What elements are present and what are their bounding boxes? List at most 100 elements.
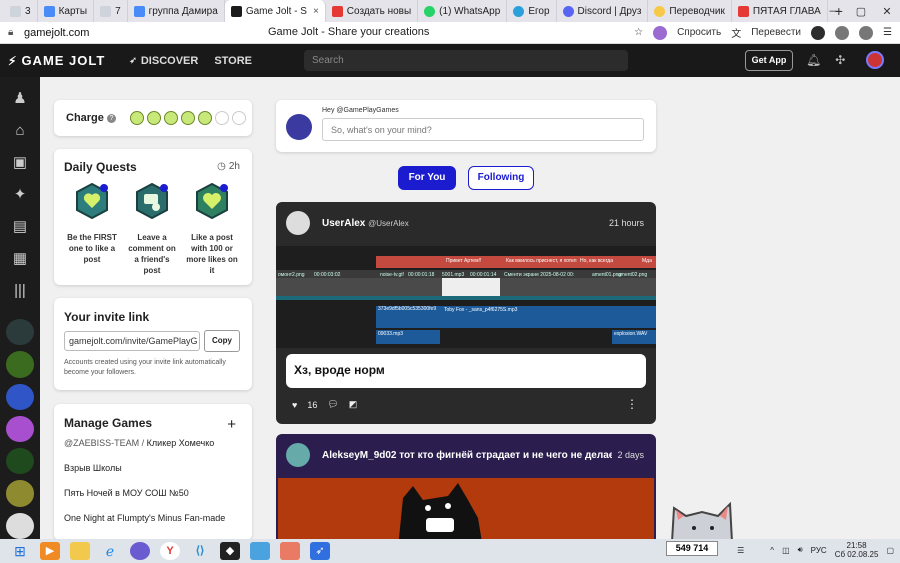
download-icon[interactable]: [859, 25, 874, 40]
app-globe-icon[interactable]: [130, 542, 150, 560]
search-input[interactable]: Search: [304, 50, 628, 71]
yandex-browser-icon[interactable]: Y: [160, 542, 180, 560]
sticker-icon[interactable]: ◩: [349, 399, 358, 410]
extension-icon-2[interactable]: [835, 25, 850, 40]
vscode-icon[interactable]: ⟨⟩: [190, 542, 210, 560]
tab-for-you[interactable]: For You: [398, 166, 456, 190]
browser-tab[interactable]: группа Дамира: [128, 0, 225, 22]
quest-item[interactable]: Be the FIRST one to like a post: [66, 182, 118, 265]
game-row[interactable]: Взрыв Школы: [64, 463, 122, 473]
community-avatar-3[interactable]: [6, 383, 34, 410]
like-icon[interactable]: ♥: [292, 400, 297, 410]
tray-chevron-icon[interactable]: ^: [770, 546, 774, 555]
mascot-cat-icon[interactable]: [666, 498, 738, 542]
chess-pawn-icon[interactable]: ♟︎: [10, 89, 30, 109]
community-avatar-2[interactable]: [6, 351, 34, 378]
media-player-icon[interactable]: ▶: [40, 542, 60, 560]
browser-tab[interactable]: Discord | Друз: [557, 0, 649, 22]
quest-item[interactable]: Like a post with 100 or more likes on it: [186, 182, 238, 276]
translate-icon[interactable]: 文: [731, 25, 741, 40]
windows-start-icon[interactable]: ⊞: [10, 542, 30, 560]
calendar-icon[interactable]: ▦: [10, 249, 30, 269]
paint-icon[interactable]: [250, 542, 270, 560]
file-explorer-icon[interactable]: [70, 542, 90, 560]
community-avatar-7[interactable]: [6, 512, 34, 539]
browser-tab[interactable]: Карты: [38, 0, 95, 22]
post-avatar[interactable]: [286, 211, 310, 235]
tray-menu-icon[interactable]: ☰: [737, 546, 744, 555]
post-image[interactable]: [278, 478, 654, 544]
bell-icon[interactable]: 🔔︎: [806, 53, 821, 67]
ask-button[interactable]: Спросить: [677, 27, 721, 38]
clock[interactable]: 21:58 Сб 02.08.25: [835, 541, 879, 559]
charge-orb-full-icon: [146, 111, 161, 125]
get-app-button[interactable]: Get App: [745, 50, 793, 71]
address-bar: 🔒︎ gamejolt.com Game Jolt - Share your c…: [0, 22, 900, 44]
network-icon[interactable]: ◫: [782, 546, 790, 555]
invite-link-input[interactable]: gamejolt.com/invite/GamePlayG: [64, 331, 200, 351]
minimize-icon[interactable]: —: [822, 5, 848, 17]
extension-icon[interactable]: [811, 25, 826, 40]
composer-avatar[interactable]: [286, 114, 312, 140]
post-author[interactable]: AlekseyM_9d02 тот кто фигнёй страдает и …: [322, 450, 612, 461]
community-avatar-6[interactable]: [6, 480, 34, 507]
menu-icon[interactable]: ☰: [883, 27, 892, 38]
browser-tab[interactable]: Переводчик: [648, 0, 732, 22]
user-avatar[interactable]: [866, 51, 884, 69]
close-icon[interactable]: ✕: [874, 5, 900, 18]
red-book-icon: [737, 5, 749, 17]
app-diamond-icon[interactable]: ◆: [220, 542, 240, 560]
browser-tab[interactable]: Егор: [507, 0, 557, 22]
browser-tab[interactable]: ПЯТАЯ ГЛАВА: [732, 0, 828, 22]
browser-tab[interactable]: Создать новы: [326, 0, 419, 22]
url-field[interactable]: gamejolt.com: [24, 27, 184, 39]
backpack-icon[interactable]: ▣: [10, 153, 30, 173]
browser-tab[interactable]: 3: [4, 0, 38, 22]
shop-icon[interactable]: ⌂: [10, 121, 30, 141]
lock-icon[interactable]: 🔒︎: [8, 27, 24, 38]
feed-post[interactable]: UserAlex @UserAlex 21 hours Привет Артем…: [276, 202, 656, 424]
browser-tab[interactable]: Game Jolt - S ×: [224, 0, 326, 22]
quest-item[interactable]: Leave a comment on a friend's post: [126, 182, 178, 276]
game-row[interactable]: Пять Ночей в МОУ СОШ №50: [64, 488, 189, 498]
trophy-icon[interactable]: ✦: [10, 185, 30, 205]
gamejolt-logo[interactable]: ⚡︎ GAME JOLT: [8, 53, 105, 68]
tab-following[interactable]: Following: [468, 166, 534, 190]
volume-icon[interactable]: 🔊︎: [798, 545, 803, 555]
composer-input[interactable]: So, what's on your mind?: [322, 118, 644, 141]
post-time: 21 hours: [608, 218, 644, 228]
more-options-icon[interactable]: ⋮: [626, 397, 638, 411]
browser-tab[interactable]: 7: [94, 0, 128, 22]
discover-link[interactable]: ➶ DISCOVER: [129, 55, 198, 67]
news-icon[interactable]: ▤: [10, 217, 30, 237]
app-pink-icon[interactable]: [280, 542, 300, 560]
language-indicator[interactable]: РУС: [811, 546, 827, 555]
feed-post[interactable]: AlekseyM_9d02 тот кто фигнёй страдает и …: [276, 434, 656, 544]
notification-icon[interactable]: ▢: [886, 546, 894, 555]
playhead-bar[interactable]: [276, 296, 656, 300]
alice-icon[interactable]: [653, 25, 668, 40]
bookmark-icon[interactable]: ☆: [634, 27, 643, 38]
quests-icon[interactable]: ✣: [835, 53, 845, 67]
money-counter: 549 714: [666, 541, 718, 556]
game-row[interactable]: One Night at Flumpty's Minus Fan-made: [64, 513, 225, 523]
help-icon[interactable]: ?: [106, 113, 116, 123]
ie-icon[interactable]: ℯ: [100, 542, 120, 560]
store-link[interactable]: STORE: [214, 55, 252, 67]
translate-button[interactable]: Перевести: [751, 27, 801, 38]
community-avatar-1[interactable]: [6, 319, 34, 346]
community-avatar-4[interactable]: [6, 415, 34, 443]
comment-icon[interactable]: 💬︎: [327, 399, 338, 410]
copy-button[interactable]: Copy: [204, 330, 240, 352]
barcode-icon[interactable]: |||: [10, 281, 30, 301]
post-avatar[interactable]: [286, 443, 310, 467]
post-author[interactable]: UserAlex @UserAlex: [322, 218, 409, 229]
team-game-row[interactable]: @ZAEBISS-TEAM / Кликер Хомечко: [64, 438, 214, 448]
rocket-app-icon[interactable]: ➶: [310, 542, 330, 560]
close-tab-icon[interactable]: ×: [313, 6, 319, 17]
community-avatar-5[interactable]: [6, 448, 34, 475]
add-game-icon[interactable]: +: [227, 416, 236, 433]
maximize-icon[interactable]: ▢: [848, 5, 874, 18]
manage-games-title: Manage Games: [64, 416, 153, 430]
browser-tab[interactable]: (1) WhatsApp: [418, 0, 508, 22]
